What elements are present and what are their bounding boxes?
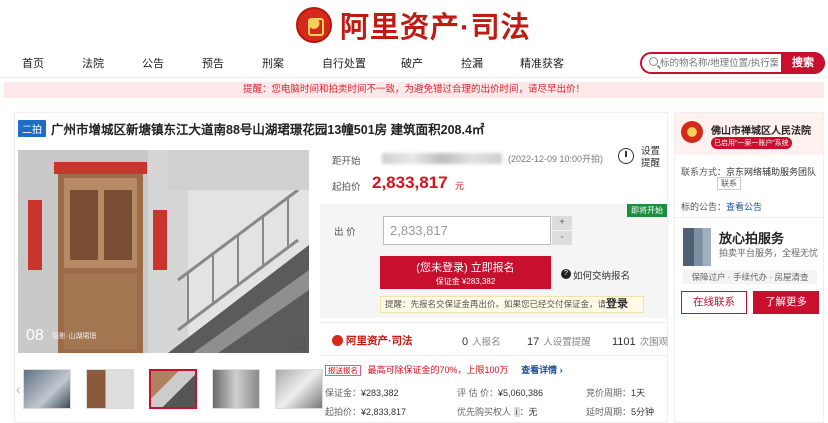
alarm-clock-icon[interactable] <box>618 148 634 164</box>
main-photo[interactable]: 08 摄影·山湖珺璟 <box>18 150 309 353</box>
zoom-icon[interactable] <box>293 337 305 349</box>
online-contact-button[interactable]: 在线联系 <box>681 291 747 314</box>
nav-item-criminal[interactable]: 刑案 <box>262 55 284 71</box>
court-sidebar: 佛山市禅城区人民法院 已启用“一案一账户”系统 联系方式：京东网络辅助服务团队 … <box>674 112 825 423</box>
login-link[interactable]: 登录 <box>606 298 628 310</box>
thumbnail[interactable] <box>86 369 134 409</box>
thumbnail-selected[interactable] <box>149 369 197 409</box>
status-badge: 即将开始 <box>627 204 667 217</box>
delay-field: 延时周期：5分钟 <box>586 407 655 417</box>
signup-button[interactable]: (您未登录) 立即报名 保证金 ¥283,382 <box>380 256 551 289</box>
deposit-field: 保证金：¥283,382 <box>325 388 399 398</box>
tip-text: 提醒：先报名交保证金再出价。如果您已经交付保证金，请 <box>385 299 607 309</box>
bid-decrease-button[interactable]: - <box>552 231 572 245</box>
header: 阿里资产·司法 <box>0 0 828 48</box>
court-emblem-icon <box>296 7 332 43</box>
start-price-label: 起拍价 <box>332 182 361 193</box>
priority-field: 优先购买权人 i ：无 <box>457 407 538 417</box>
bid-box: 即将开始 出 价 2,833,817 + - (您未登录) 立即报名 保证金 ¥… <box>320 204 667 318</box>
brand-logo[interactable]: 阿里资产·司法 <box>296 4 531 46</box>
main-nav: 首页 法院 公告 预告 刑案 自行处置 破产 捡漏 精准获客 搜索 <box>0 48 828 78</box>
signup-deposit: 保证金 ¥283,382 <box>435 277 496 286</box>
thumbnail[interactable] <box>275 369 323 409</box>
thumbnail[interactable] <box>212 369 260 409</box>
start-price: 2,833,817 <box>372 173 448 192</box>
thumb-prev-icon[interactable]: ‹ <box>16 381 21 397</box>
contact-info: 联系方式：京东网络辅助服务团队 <box>681 167 817 177</box>
currency-unit: 元 <box>455 181 465 191</box>
reminder-count: 17 人设置提醒 <box>527 336 591 348</box>
search-icon <box>649 57 658 66</box>
promo-tag: 报送报名 <box>325 365 361 376</box>
login-tip: 提醒：先报名交保证金再出价。如果您已经交付保证金，请登录 <box>380 296 644 313</box>
phone-contact-button[interactable]: 联系 <box>717 177 741 190</box>
stats-row: 阿里资产·司法 0 人报名 17 人设置提醒 1101 次围观 <box>320 322 669 356</box>
court-emblem-icon <box>681 121 703 143</box>
search-box: 搜索 <box>640 52 825 74</box>
thumbnail-strip: ‹ <box>16 367 323 415</box>
learn-more-button[interactable]: 了解更多 <box>753 291 819 314</box>
promo-details-link[interactable]: 查看详情 › <box>521 365 563 375</box>
signup-count: 0 人报名 <box>462 336 501 348</box>
court-name[interactable]: 佛山市禅城区人民法院 <box>711 122 811 137</box>
bid-input[interactable]: 2,833,817 <box>383 216 551 245</box>
nav-item-preview[interactable]: 预告 <box>202 55 224 71</box>
nav-item-customers[interactable]: 精准获客 <box>520 55 564 71</box>
view-count: 1101 次围观 <box>612 336 669 348</box>
auction-info: 距开始 (2022-12-09 10:00开拍) 起拍价 2,833,817 元… <box>320 146 669 422</box>
start-countdown-label: 距开始 <box>332 156 361 167</box>
photo-index: 08 <box>26 327 44 344</box>
view-announcement-link[interactable]: 查看公告 <box>726 202 762 212</box>
announcement: 标的公告：查看公告 <box>681 202 763 212</box>
round-tag: 二拍 <box>18 120 46 137</box>
set-reminder-button[interactable]: 设置 提醒 <box>641 146 660 170</box>
price-summary: 距开始 (2022-12-09 10:00开拍) 起拍价 2,833,817 元… <box>320 146 667 202</box>
nav-item-home[interactable]: 首页 <box>22 55 44 71</box>
nav-item-court[interactable]: 法院 <box>82 55 104 71</box>
time-warning-notice: 提醒：您电脑时间和拍卖时间不一致，为避免错过合理的出价时间，请尽早出价！ <box>4 82 824 98</box>
brand-name: 阿里资产·司法 <box>340 12 531 44</box>
service-subtitle: 拍卖平台服务，全程无忧 <box>719 248 819 258</box>
item-title: 广州市增城区新塘镇东江大道南88号山湖珺璟花园13幢501房 建筑面积208.4… <box>51 123 485 137</box>
bid-label: 出 价 <box>334 227 356 238</box>
brand-small-logo: 阿里资产·司法 <box>332 333 413 348</box>
nav-item-self-disposal[interactable]: 自行处置 <box>322 55 366 71</box>
nav-item-bankruptcy[interactable]: 破产 <box>401 55 423 71</box>
service-promo: 放心拍服务 拍卖平台服务，全程无忧 保障过户 · 手续代办 · 房屋清查 <box>675 217 825 287</box>
photo-caption: 摄影·山湖珺璟 <box>52 333 97 340</box>
bid-increase-button[interactable]: + <box>552 216 572 230</box>
countdown-blurred <box>382 153 502 164</box>
loan-promo: 报送报名 最高可除保证金的70%，上限100万 查看详情 › <box>325 363 563 376</box>
item-title-bar: 二拍 广州市增城区新塘镇东江大道南88号山湖珺璟花园13幢501房 建筑面积20… <box>18 119 484 138</box>
court-badge: 已启用“一案一账户”系统 <box>711 137 792 149</box>
start-price-field: 起拍价：¥2,833,817 <box>325 407 407 417</box>
cycle-field: 竞价周期：1天 <box>586 388 646 398</box>
stairwell-photo <box>18 150 309 353</box>
promo-text: 最高可除保证金的70%，上限100万 <box>367 365 509 375</box>
court-header: 佛山市禅城区人民法院 已启用“一案一账户”系统 <box>675 113 823 155</box>
nav-item-announcement[interactable]: 公告 <box>142 55 164 71</box>
building-image <box>683 228 711 266</box>
question-icon: ? <box>561 269 571 279</box>
thumbnail[interactable] <box>23 369 71 409</box>
search-button[interactable]: 搜索 <box>781 52 825 74</box>
search-input[interactable] <box>660 55 778 71</box>
nav-item-bargain[interactable]: 捡漏 <box>461 55 483 71</box>
service-title: 放心拍服务 <box>719 231 785 246</box>
how-to-pay-link[interactable]: 如何交纳报名 <box>573 268 630 282</box>
start-time: (2022-12-09 10:00开拍) <box>508 154 604 164</box>
service-features: 保障过户 · 手续代办 · 房屋清查 <box>683 270 817 284</box>
appraisal-field: 评 估 价：¥5,060,386 <box>457 388 544 398</box>
signup-title: (您未登录) 立即报名 <box>416 262 515 274</box>
auction-panel: 二拍 广州市增城区新塘镇东江大道南88号山湖珺璟花园13幢501房 建筑面积20… <box>14 112 668 423</box>
